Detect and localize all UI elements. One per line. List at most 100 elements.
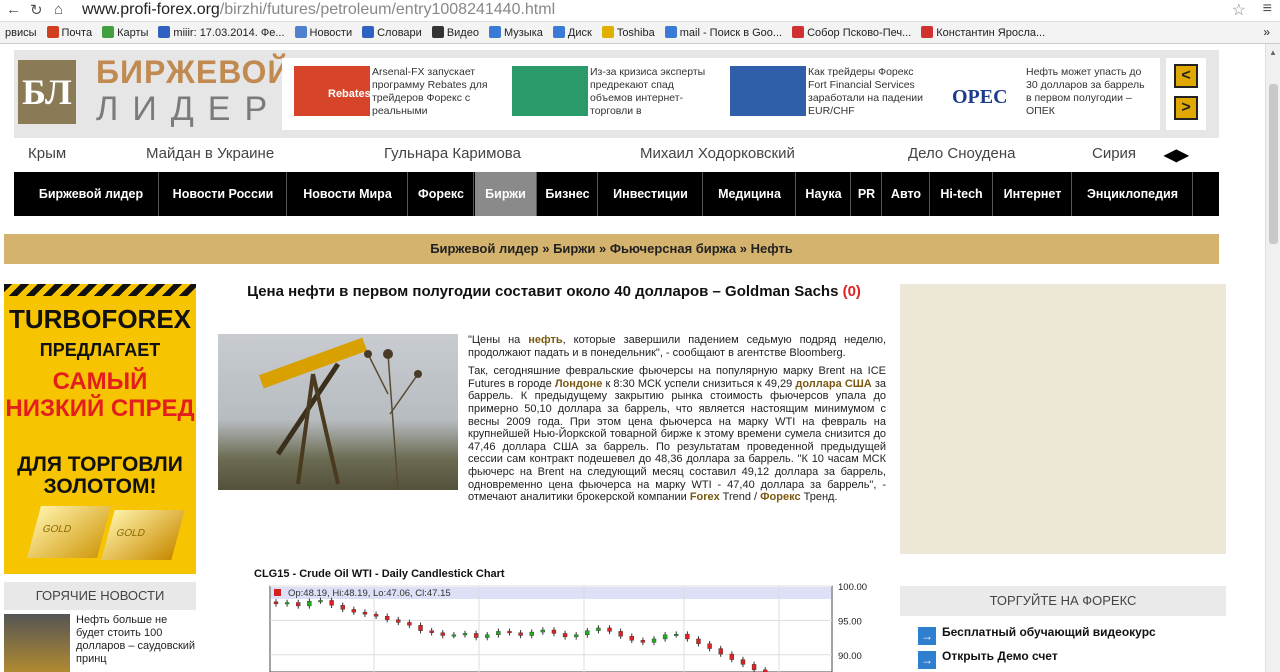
- scroll-up-icon[interactable]: ▲: [1269, 48, 1277, 57]
- bookmark-icon: [102, 26, 115, 38]
- url-path: /birzhi/futures/petroleum/entry100824144…: [219, 1, 556, 18]
- bookmark-item[interactable]: Видео: [427, 22, 484, 43]
- banner-stripe-top: [4, 284, 196, 296]
- teaser-item[interactable]: Из-за кризиса эксперты предрекают спад о…: [512, 66, 718, 122]
- bookmark-item[interactable]: miiir: 17.03.2014. Фе...: [153, 22, 289, 43]
- nav-item[interactable]: Энциклопедия: [1073, 172, 1193, 216]
- ohlc-marker-icon: [274, 589, 281, 596]
- nav-item[interactable]: Биржи: [475, 172, 537, 216]
- demo-account-link[interactable]: → Открыть Демо счет: [918, 649, 1058, 669]
- scroll-thumb[interactable]: [1269, 84, 1278, 244]
- candle: [429, 630, 434, 633]
- candle: [585, 630, 590, 636]
- topic-link[interactable]: Крым: [28, 145, 66, 162]
- bookmark-item[interactable]: рвисы: [0, 23, 42, 43]
- menu-icon[interactable]: ≡: [1263, 0, 1272, 18]
- candle: [318, 600, 323, 603]
- bookmark-label: Словари: [377, 27, 422, 39]
- arrow-right-icon: →: [918, 627, 936, 645]
- topics-arrows-icon[interactable]: ◀▶: [1164, 145, 1189, 165]
- link-usd[interactable]: доллара США: [795, 378, 871, 390]
- logo-title-top[interactable]: БИРЖЕВОЙ: [96, 54, 291, 91]
- link-forex-ru[interactable]: Форекс: [760, 491, 800, 503]
- nav-item[interactable]: Новости Мира: [288, 172, 408, 216]
- nav-item[interactable]: Интернет: [994, 172, 1072, 216]
- banner-headline: САМЫЙ НИЗКИЙ СПРЕД: [5, 368, 195, 422]
- bookmark-icon: [552, 26, 565, 38]
- teaser-next-button[interactable]: >: [1174, 96, 1198, 120]
- bookmark-item[interactable]: Собор Псково-Печ...: [787, 22, 916, 43]
- gold-bar-image: GOLD: [27, 506, 111, 558]
- link-forex[interactable]: Forex: [690, 491, 720, 503]
- candle: [540, 629, 546, 633]
- nav-item[interactable]: Новости России: [160, 172, 287, 216]
- home-icon[interactable]: ⌂: [54, 1, 63, 18]
- bookmark-item[interactable]: Почта: [42, 22, 98, 43]
- video-course-link[interactable]: → Бесплатный обучающий видеокурс: [918, 625, 1156, 645]
- reload-icon[interactable]: ↻: [30, 1, 43, 19]
- article-title-text: Цена нефти в первом полугодии составит о…: [247, 283, 839, 300]
- right-ad-placeholder: [900, 284, 1226, 554]
- bookmark-star-icon[interactable]: ☆: [1232, 0, 1246, 20]
- topic-link[interactable]: Дело Сноудена: [908, 145, 1015, 162]
- link-oil[interactable]: нефть: [528, 334, 562, 346]
- bookmark-item[interactable]: Карты: [97, 22, 153, 43]
- page-scrollbar[interactable]: ▲: [1265, 44, 1280, 672]
- bookmark-label: Почта: [61, 27, 93, 39]
- topic-link[interactable]: Сирия: [1092, 145, 1136, 162]
- candle: [662, 634, 668, 640]
- bookmark-item[interactable]: Диск: [548, 22, 597, 43]
- topic-link[interactable]: Майдан в Украине: [146, 145, 274, 162]
- bookmark-label: Новости: [309, 27, 353, 39]
- nav-item[interactable]: Медицина: [704, 172, 796, 216]
- breadcrumb[interactable]: Биржевой лидер » Биржи » Фьючерсная бирж…: [4, 234, 1219, 264]
- nav-item[interactable]: Форекс: [409, 172, 474, 216]
- bookmark-label: рвисы: [5, 27, 37, 39]
- teaser-thumbnail: [512, 66, 588, 116]
- nav-item[interactable]: PR: [852, 172, 882, 216]
- candle: [273, 601, 279, 605]
- logo-title-bottom[interactable]: ЛИДЕР: [96, 90, 281, 129]
- candle: [607, 627, 612, 632]
- link-london[interactable]: Лондоне: [555, 378, 603, 390]
- nav-item[interactable]: Биржевой лидер: [24, 172, 159, 216]
- nav-item[interactable]: Наука: [797, 172, 851, 216]
- rebates-label: Rebates: [328, 88, 371, 100]
- candle: [507, 631, 512, 634]
- bookmarks-more[interactable]: »: [1263, 25, 1270, 39]
- teaser-item[interactable]: Как трейдеры Форекс Fort Financial Servi…: [730, 66, 936, 122]
- bookmark-item[interactable]: mail - Поиск в Goo...: [660, 22, 787, 43]
- bookmark-item[interactable]: Константин Яросла...: [916, 22, 1050, 43]
- nav-item[interactable]: Бизнес: [538, 172, 598, 216]
- topic-link[interactable]: Михаил Ходорковский: [640, 145, 795, 162]
- nav-item[interactable]: Hi-tech: [931, 172, 993, 216]
- teaser-item[interactable]: OPEC Нефть может упасть до 30 долларов за…: [948, 66, 1154, 122]
- nav-item[interactable]: Инвестиции: [599, 172, 703, 216]
- turboforex-banner[interactable]: TURBOFOREX ПРЕДЛАГАЕТ САМЫЙ НИЗКИЙ СПРЕД…: [4, 284, 196, 574]
- back-icon[interactable]: ←: [6, 1, 21, 18]
- ohlc-readout: Op:48.19, Hi:48.19, Lo:47.06, Cl:47.15: [288, 588, 451, 599]
- comment-count[interactable]: (0): [843, 283, 861, 300]
- bookmark-icon: [601, 26, 614, 38]
- hot-news-link[interactable]: Нефть больше не будет стоить 100 долларо…: [76, 614, 196, 666]
- nav-item[interactable]: Авто: [883, 172, 930, 216]
- bookmark-item[interactable]: Музыка: [484, 22, 548, 43]
- candle: [473, 633, 479, 638]
- candle: [307, 600, 312, 607]
- candle: [396, 619, 401, 623]
- site-header: БЛ БИРЖЕВОЙ ЛИДЕР Rebates Arsenal-FX запу…: [14, 50, 1219, 138]
- y-tick-label: 95.00: [838, 616, 862, 627]
- hot-news-thumbnail[interactable]: [4, 614, 70, 672]
- bookmark-icon: [792, 26, 805, 38]
- logo-mark[interactable]: БЛ: [18, 60, 76, 124]
- teaser-item[interactable]: Rebates Arsenal-FX запускает программу Re…: [294, 66, 500, 122]
- bookmark-item[interactable]: Новости: [290, 22, 358, 43]
- bookmark-item[interactable]: Toshiba: [597, 22, 660, 43]
- candle: [618, 631, 623, 637]
- topic-link[interactable]: Гульнара Каримова: [384, 145, 521, 162]
- bookmark-item[interactable]: Словари: [357, 22, 427, 43]
- candle: [596, 627, 601, 631]
- teaser-prev-button[interactable]: <: [1174, 64, 1198, 88]
- banner-subline: ДЛЯ ТОРГОВЛИ ЗОЛОТОМ!: [17, 453, 183, 498]
- address-bar[interactable]: www.profi-forex.org/birzhi/futures/petro…: [82, 1, 555, 19]
